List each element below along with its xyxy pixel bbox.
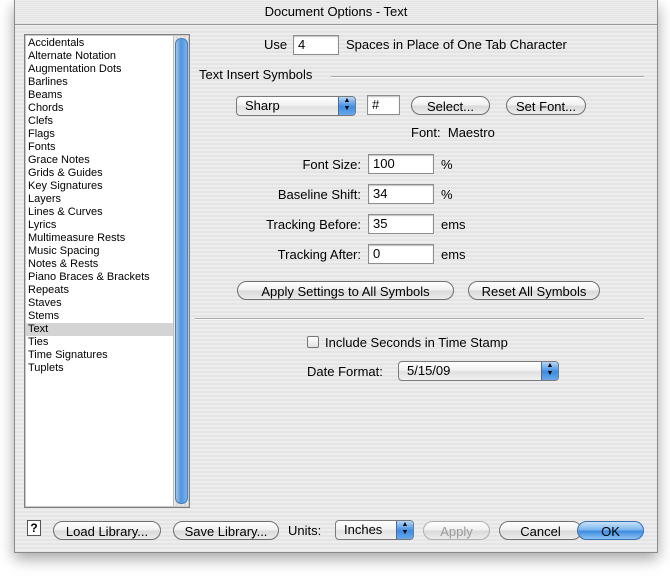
category-item[interactable]: Beams (26, 89, 173, 102)
category-item[interactable]: Staves (26, 297, 173, 310)
units-popup[interactable]: Inches ▲ ▼ (335, 520, 414, 540)
category-item[interactable]: Music Spacing (26, 245, 173, 258)
tracking-after-unit: ems (441, 247, 466, 262)
reset-all-symbols-button[interactable]: Reset All Symbols (468, 281, 600, 300)
tracking-after-input[interactable]: 0 (368, 244, 434, 264)
font-size-input[interactable]: 100 (368, 154, 434, 174)
category-item[interactable]: Stems (26, 310, 173, 323)
baseline-shift-input[interactable]: 34 (368, 184, 434, 204)
select-button[interactable]: Select... (411, 96, 490, 115)
category-item[interactable]: Chords (26, 102, 173, 115)
category-scrollbar[interactable] (173, 36, 188, 506)
scrollbar-thumb[interactable] (175, 38, 188, 504)
tracking-before-input[interactable]: 35 (368, 214, 434, 234)
window-title: Document Options - Text (15, 0, 657, 25)
apply-button[interactable]: Apply (423, 521, 490, 540)
category-item[interactable]: Ties (26, 336, 173, 349)
units-value: Inches (344, 522, 383, 537)
tab-spaces-input[interactable]: 4 (293, 35, 339, 55)
font-name: Maestro (447, 125, 495, 140)
help-icon[interactable]: ? (27, 520, 41, 536)
category-item[interactable]: Clefs (26, 115, 173, 128)
date-format-popup[interactable]: 5/15/09 ▲ ▼ (398, 361, 559, 381)
section-divider (331, 76, 644, 78)
symbol-popup-value: Sharp (245, 98, 280, 113)
ok-button[interactable]: OK (577, 521, 644, 540)
baseline-shift-unit: % (441, 187, 453, 202)
cancel-button[interactable]: Cancel (499, 521, 582, 540)
category-item[interactable]: Lyrics (26, 219, 173, 232)
font-size-unit: % (441, 157, 453, 172)
apply-settings-all-button[interactable]: Apply Settings to All Symbols (237, 281, 454, 300)
category-item[interactable]: Augmentation Dots (26, 63, 173, 76)
text-insert-symbols-heading: Text Insert Symbols (199, 67, 313, 82)
date-format-value: 5/15/09 (407, 363, 451, 378)
symbol-popup[interactable]: Sharp ▲ ▼ (236, 96, 356, 116)
category-item[interactable]: Layers (26, 193, 173, 206)
popup-arrows-icon: ▲ ▼ (396, 521, 413, 539)
category-item[interactable]: Notes & Rests (26, 258, 173, 271)
tracking-after-label: Tracking After: (277, 247, 361, 262)
units-label: Units: (288, 523, 322, 538)
date-format-label: Date Format: (307, 364, 383, 379)
category-item[interactable]: Text (26, 323, 173, 336)
include-seconds-label: Include Seconds in Time Stamp (325, 335, 508, 350)
include-seconds-checkbox[interactable] (307, 336, 319, 348)
tracking-before-unit: ems (441, 217, 466, 232)
category-item[interactable]: Piano Braces & Brackets (26, 271, 173, 284)
category-list-items: Accidentals Alternate Notation Augmentatio… (26, 37, 173, 375)
load-library-button[interactable]: Load Library... (53, 521, 161, 540)
category-item[interactable]: Time Signatures (26, 349, 173, 362)
font-size-label: Font Size: (302, 157, 361, 172)
category-item[interactable]: Repeats (26, 284, 173, 297)
category-item[interactable]: Multimeasure Rests (26, 232, 173, 245)
timestamp-divider (195, 318, 644, 320)
category-item[interactable]: Grace Notes (26, 154, 173, 167)
category-item[interactable]: Barlines (26, 76, 173, 89)
category-item[interactable]: Grids & Guides (26, 167, 173, 180)
use-label: Use (264, 37, 288, 52)
font-label: Font: (411, 125, 441, 140)
document-options-window: Document Options - Text Accidentals Alter… (14, 0, 658, 553)
category-list[interactable]: Accidentals Alternate Notation Augmentatio… (24, 34, 190, 508)
tab-spaces-label: Spaces in Place of One Tab Character (346, 37, 567, 52)
popup-arrows-icon: ▲ ▼ (338, 97, 355, 115)
popup-arrows-icon: ▲ ▼ (541, 362, 558, 380)
category-item[interactable]: Tuplets (26, 362, 173, 375)
symbol-char-input[interactable]: # (367, 95, 400, 115)
dialog-content: Accidentals Alternate Notation Augmentatio… (15, 25, 657, 552)
tracking-before-label: Tracking Before: (266, 217, 361, 232)
category-item[interactable]: Lines & Curves (26, 206, 173, 219)
category-item[interactable]: Alternate Notation (26, 50, 173, 63)
category-item[interactable]: Flags (26, 128, 173, 141)
font-info: Font: Maestro (411, 125, 495, 140)
save-library-button[interactable]: Save Library... (173, 521, 279, 540)
category-item[interactable]: Key Signatures (26, 180, 173, 193)
category-item[interactable]: Fonts (26, 141, 173, 154)
baseline-shift-label: Baseline Shift: (277, 187, 361, 202)
set-font-button[interactable]: Set Font... (506, 96, 586, 115)
category-item[interactable]: Accidentals (26, 37, 173, 50)
